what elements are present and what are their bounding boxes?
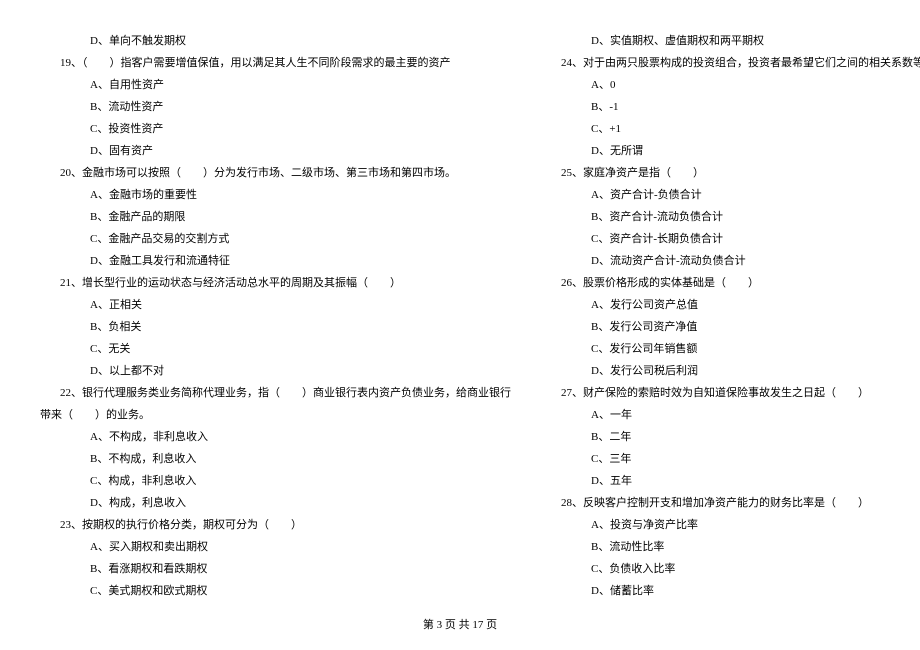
q18-option-d: D、单向不触发期权: [40, 30, 511, 52]
q22-text: 22、银行代理服务类业务简称代理业务，指（ ）商业银行表内资产负债业务，给商业银…: [40, 382, 511, 404]
q20-option-a: A、金融市场的重要性: [40, 184, 511, 206]
q26-option-c: C、发行公司年销售额: [541, 338, 920, 360]
q24-option-d: D、无所谓: [541, 140, 920, 162]
q24-option-b: B、-1: [541, 96, 920, 118]
q21-option-c: C、无关: [40, 338, 511, 360]
q28-option-d: D、储蓄比率: [541, 580, 920, 602]
q25-text: 25、家庭净资产是指（ ）: [541, 162, 920, 184]
q19-option-b: B、流动性资产: [40, 96, 511, 118]
q22-option-b: B、不构成，利息收入: [40, 448, 511, 470]
q21-option-a: A、正相关: [40, 294, 511, 316]
q24-option-a: A、0: [541, 74, 920, 96]
q23-option-c: C、美式期权和欧式期权: [40, 580, 511, 602]
q25-option-d: D、流动资产合计-流动负债合计: [541, 250, 920, 272]
q19-option-a: A、自用性资产: [40, 74, 511, 96]
q20-option-b: B、金融产品的期限: [40, 206, 511, 228]
q28-option-c: C、负债收入比率: [541, 558, 920, 580]
q28-text: 28、反映客户控制开支和增加净资产能力的财务比率是（ ）: [541, 492, 920, 514]
q27-option-b: B、二年: [541, 426, 920, 448]
q25-option-a: A、资产合计-负债合计: [541, 184, 920, 206]
q23-option-a: A、买入期权和卖出期权: [40, 536, 511, 558]
right-column: D、实值期权、虚值期权和两平期权 24、对于由两只股票构成的投资组合，投资者最希…: [541, 30, 920, 610]
q20-option-d: D、金融工具发行和流通特征: [40, 250, 511, 272]
q21-text: 21、增长型行业的运动状态与经济活动总水平的周期及其振幅（ ）: [40, 272, 511, 294]
q22-option-d: D、构成，利息收入: [40, 492, 511, 514]
q20-option-c: C、金融产品交易的交割方式: [40, 228, 511, 250]
left-column: D、单向不触发期权 19、（ ）指客户需要增值保值，用以满足其人生不同阶段需求的…: [40, 30, 511, 610]
q24-option-c: C、+1: [541, 118, 920, 140]
q28-option-a: A、投资与净资产比率: [541, 514, 920, 536]
q22-option-a: A、不构成，非利息收入: [40, 426, 511, 448]
q27-option-d: D、五年: [541, 470, 920, 492]
q27-text: 27、财产保险的索赔时效为自知道保险事故发生之日起（ ）: [541, 382, 920, 404]
q25-option-c: C、资产合计-长期负债合计: [541, 228, 920, 250]
q22-text-cont: 带来（ ）的业务。: [40, 404, 511, 426]
q24-text: 24、对于由两只股票构成的投资组合，投资者最希望它们之间的相关系数等于（ ）: [541, 52, 920, 74]
q25-option-b: B、资产合计-流动负债合计: [541, 206, 920, 228]
q23-option-d: D、实值期权、虚值期权和两平期权: [541, 30, 920, 52]
q19-option-d: D、固有资产: [40, 140, 511, 162]
q21-option-d: D、以上都不对: [40, 360, 511, 382]
q26-option-a: A、发行公司资产总值: [541, 294, 920, 316]
q19-option-c: C、投资性资产: [40, 118, 511, 140]
q23-option-b: B、看涨期权和看跌期权: [40, 558, 511, 580]
q26-option-d: D、发行公司税后利润: [541, 360, 920, 382]
q23-text: 23、按期权的执行价格分类，期权可分为（ ）: [40, 514, 511, 536]
q20-text: 20、金融市场可以按照（ ）分为发行市场、二级市场、第三市场和第四市场。: [40, 162, 511, 184]
page-container: D、单向不触发期权 19、（ ）指客户需要增值保值，用以满足其人生不同阶段需求的…: [0, 0, 920, 650]
page-footer: 第 3 页 共 17 页: [0, 616, 920, 632]
q27-option-a: A、一年: [541, 404, 920, 426]
q26-text: 26、股票价格形成的实体基础是（ ）: [541, 272, 920, 294]
q27-option-c: C、三年: [541, 448, 920, 470]
q21-option-b: B、负相关: [40, 316, 511, 338]
q22-option-c: C、构成，非利息收入: [40, 470, 511, 492]
q19-text: 19、（ ）指客户需要增值保值，用以满足其人生不同阶段需求的最主要的资产: [40, 52, 511, 74]
q28-option-b: B、流动性比率: [541, 536, 920, 558]
q26-option-b: B、发行公司资产净值: [541, 316, 920, 338]
